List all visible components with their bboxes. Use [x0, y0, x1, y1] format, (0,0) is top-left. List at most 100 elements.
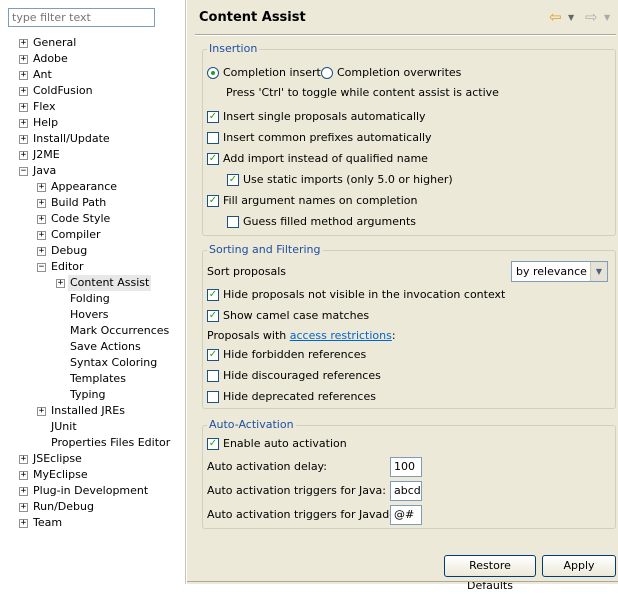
checkbox-control[interactable]: [227, 216, 239, 228]
tree-item[interactable]: + Appearance: [0, 179, 186, 195]
tree-item[interactable]: + Installed JREs: [0, 403, 186, 419]
expand-icon[interactable]: +: [19, 55, 28, 64]
access-restrictions-link[interactable]: access restrictions: [290, 329, 392, 342]
back-arrow-icon[interactable]: ⇦: [549, 9, 562, 25]
tree-item[interactable]: + Build Path: [0, 195, 186, 211]
checkbox-control[interactable]: ✓: [207, 289, 219, 301]
expand-icon[interactable]: +: [37, 407, 46, 416]
sort-proposals-label: Sort proposals: [207, 265, 287, 278]
filter-input[interactable]: [8, 8, 155, 27]
tree-item[interactable]: JUnit: [0, 419, 186, 435]
expand-icon[interactable]: +: [19, 39, 28, 48]
forward-history-dropdown-icon[interactable]: ▼: [604, 13, 610, 22]
tree-item-label: Debug: [51, 244, 88, 257]
expand-icon[interactable]: +: [37, 199, 46, 208]
restrictions-suffix: :: [391, 329, 396, 342]
expand-icon[interactable]: +: [19, 151, 28, 160]
tree-item[interactable]: + J2ME: [0, 147, 186, 163]
expand-icon[interactable]: +: [37, 247, 46, 256]
tree-item[interactable]: Typing: [0, 387, 186, 403]
tree-item-label: Help: [33, 116, 59, 129]
checkbox-control[interactable]: ✓: [227, 174, 239, 186]
tree-item-label: Templates: [70, 372, 126, 385]
radio-control[interactable]: [207, 67, 219, 79]
expand-icon[interactable]: +: [19, 471, 28, 480]
checkbox-control[interactable]: ✓: [207, 153, 219, 165]
tree-item[interactable]: + Install/Update: [0, 131, 186, 147]
chevron-down-icon[interactable]: ▼: [590, 262, 607, 281]
expand-icon[interactable]: +: [19, 87, 28, 96]
tree-item[interactable]: + Team: [0, 515, 186, 531]
tree-item-label: Installed JREs: [51, 404, 125, 417]
tree-item-label: Content Assist: [68, 275, 152, 291]
tree-item-label: Save Actions: [70, 340, 141, 353]
expand-icon[interactable]: +: [19, 135, 28, 144]
tree-item[interactable]: + Code Style: [0, 211, 186, 227]
checkbox-label: Hide proposals not visible in the invoca…: [223, 288, 506, 301]
checkbox-control[interactable]: ✓: [207, 438, 219, 450]
sort-proposals-value: by relevance: [516, 265, 587, 278]
checkbox-label: Fill argument names on completion: [223, 194, 418, 207]
apply-button[interactable]: Apply: [542, 555, 616, 577]
checkbox-control[interactable]: ✓: [207, 349, 219, 361]
expand-icon[interactable]: +: [19, 455, 28, 464]
tree-item[interactable]: + Adobe: [0, 51, 186, 67]
tree-item[interactable]: Folding: [0, 291, 186, 307]
tree-item[interactable]: + ColdFusion: [0, 83, 186, 99]
tree-item[interactable]: + JSEclipse: [0, 451, 186, 467]
tree-item[interactable]: Templates: [0, 371, 186, 387]
javadoc-triggers-field[interactable]: @#: [390, 505, 422, 525]
restrictions-prefix: Proposals with: [207, 329, 290, 342]
tree-item[interactable]: + General: [0, 35, 186, 51]
tree-item-label: Install/Update: [33, 132, 110, 145]
checkbox-control[interactable]: ✓: [207, 195, 219, 207]
restore-defaults-button[interactable]: Restore Defaults: [444, 555, 536, 592]
expand-icon[interactable]: +: [19, 119, 28, 128]
expand-icon[interactable]: +: [19, 103, 28, 112]
tree-item[interactable]: − Java: [0, 163, 186, 179]
back-history-dropdown-icon[interactable]: ▼: [568, 13, 574, 22]
collapse-icon[interactable]: −: [19, 167, 28, 176]
tree-item[interactable]: + Compiler: [0, 227, 186, 243]
collapse-icon[interactable]: −: [37, 263, 46, 272]
tree-item[interactable]: + MyEclipse: [0, 467, 186, 483]
tree-item-label: Editor: [51, 260, 84, 273]
tree-item[interactable]: + Help: [0, 115, 186, 131]
checkbox-label: Hide deprecated references: [223, 390, 376, 403]
expand-icon[interactable]: +: [37, 231, 46, 240]
expand-icon[interactable]: +: [37, 183, 46, 192]
radio-control[interactable]: [321, 67, 333, 79]
tree-item[interactable]: + Flex: [0, 99, 186, 115]
sort-proposals-select[interactable]: by relevance ▼: [511, 261, 608, 282]
checkbox-label: Use static imports (only 5.0 or higher): [243, 173, 453, 186]
auto-activation-delay-field[interactable]: 100: [390, 457, 422, 477]
checkbox-label: Insert common prefixes automatically: [223, 131, 432, 144]
tree-item[interactable]: Mark Occurrences: [0, 323, 186, 339]
checkbox-control[interactable]: [207, 391, 219, 403]
expand-icon[interactable]: +: [19, 71, 28, 80]
tree-item[interactable]: + Content Assist: [0, 275, 186, 291]
tree-item[interactable]: Hovers: [0, 307, 186, 323]
forward-arrow-icon[interactable]: ⇨: [585, 9, 598, 25]
expand-icon[interactable]: +: [19, 503, 28, 512]
tree-item[interactable]: − Editor: [0, 259, 186, 275]
expand-icon[interactable]: +: [19, 519, 28, 528]
tree-item[interactable]: + Ant: [0, 67, 186, 83]
tree-item[interactable]: Syntax Coloring: [0, 355, 186, 371]
expand-icon[interactable]: +: [19, 487, 28, 496]
checkbox-control[interactable]: [207, 370, 219, 382]
tree-item[interactable]: + Debug: [0, 243, 186, 259]
tree-item-label: Compiler: [51, 228, 101, 241]
checkbox-control[interactable]: ✓: [207, 111, 219, 123]
tree-item-label: Typing: [70, 388, 106, 401]
checkbox-control[interactable]: ✓: [207, 310, 219, 322]
expand-icon[interactable]: +: [56, 279, 65, 288]
java-triggers-field[interactable]: abcde: [390, 481, 422, 501]
expand-icon[interactable]: +: [37, 215, 46, 224]
tree-item[interactable]: Save Actions: [0, 339, 186, 355]
tree-item[interactable]: + Run/Debug: [0, 499, 186, 515]
tree-item-label: General: [33, 36, 77, 49]
checkbox-control[interactable]: [207, 132, 219, 144]
tree-item[interactable]: + Plug-in Development: [0, 483, 186, 499]
tree-item[interactable]: Properties Files Editor: [0, 435, 186, 451]
